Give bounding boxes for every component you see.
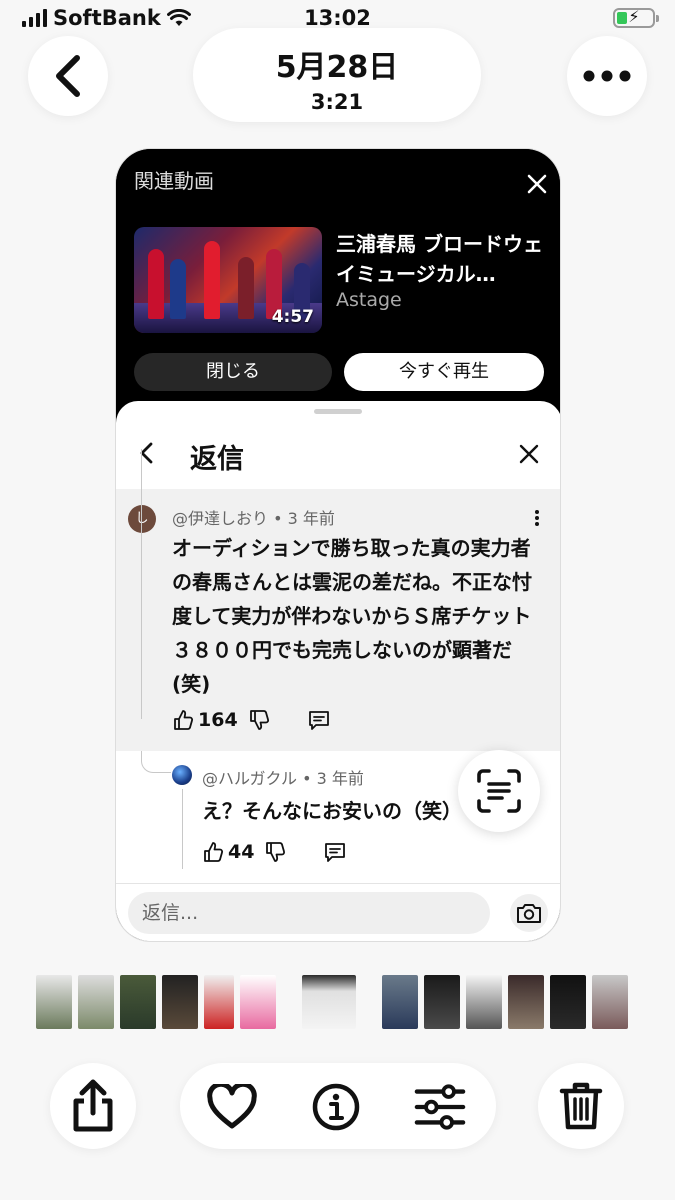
sliders-icon	[414, 1084, 466, 1130]
reply-input[interactable]: 返信...	[128, 892, 490, 934]
thumbs-up-icon[interactable]	[172, 709, 194, 731]
photo-thumbnail[interactable]	[162, 975, 198, 1029]
favorite-button[interactable]	[206, 1081, 258, 1133]
avatar[interactable]: し	[128, 505, 156, 533]
share-button[interactable]	[50, 1063, 136, 1149]
photo-time: 3:21	[310, 90, 364, 114]
related-video-panel: 関連動画 4:57 三浦春馬 ブロードウェイミュージカル… Astage 閉じる…	[116, 149, 560, 419]
camera-icon	[517, 904, 541, 923]
more-vertical-icon[interactable]	[534, 509, 540, 527]
photo-thumbnail[interactable]	[240, 975, 276, 1029]
photo-thumbnail	[362, 975, 376, 1029]
photo-thumbnail[interactable]	[592, 975, 628, 1029]
live-text-icon	[477, 769, 521, 813]
more-button[interactable]	[567, 36, 647, 116]
thumbs-down-icon[interactable]	[264, 841, 286, 863]
battery-icon: ⚡	[613, 7, 659, 28]
photo-thumbnail[interactable]	[424, 975, 460, 1029]
like-count: 44	[228, 841, 255, 863]
photo-thumbnail[interactable]	[78, 975, 114, 1029]
photo-thumbnail[interactable]	[550, 975, 586, 1029]
thumbs-down-icon[interactable]	[248, 709, 270, 731]
reply-input-bar: 返信...	[116, 883, 560, 941]
close-icon[interactable]	[526, 173, 548, 195]
thumbs-up-icon[interactable]	[202, 841, 224, 863]
photo-thumbnail[interactable]	[204, 975, 234, 1029]
info-icon	[312, 1083, 360, 1131]
trash-icon	[559, 1082, 603, 1130]
date-header: 5月28日 3:21	[193, 28, 481, 122]
reply-actions: 44	[202, 841, 346, 863]
adjust-button[interactable]	[414, 1081, 466, 1133]
reply-icon[interactable]	[308, 709, 330, 731]
photo-thumbnail[interactable]	[382, 975, 418, 1029]
reply-text: え？そんなにお安いの（笑）	[202, 799, 462, 823]
photo-actions-bar	[180, 1063, 496, 1149]
back-button[interactable]	[28, 36, 108, 116]
video-thumbnail[interactable]: 4:57	[134, 227, 322, 333]
delete-button[interactable]	[538, 1063, 624, 1149]
more-horizontal-icon	[583, 70, 631, 82]
play-now-button[interactable]: 今すぐ再生	[344, 353, 544, 391]
video-title[interactable]: 三浦春馬 ブロードウェイミュージカル…	[336, 229, 546, 289]
reply-title: 返信	[190, 444, 244, 475]
related-video-heading: 関連動画	[134, 169, 214, 193]
thread-line	[141, 449, 142, 719]
photo-thumbnail[interactable]	[36, 975, 72, 1029]
photo-thumbnail[interactable]	[466, 975, 502, 1029]
comment-actions: 164	[172, 709, 330, 731]
thread-line	[182, 789, 183, 869]
channel-name: Astage	[336, 289, 402, 311]
video-duration: 4:57	[271, 307, 314, 327]
chevron-left-icon	[56, 55, 80, 97]
reply-author[interactable]: @ハルガクル • 3 年前	[202, 765, 364, 789]
comment-text: オーディションで勝ち取った真の実力者の春馬さんとは雲泥の差だね。不正な忖度して実…	[172, 536, 532, 696]
photo-thumbnail[interactable]	[120, 975, 156, 1029]
close-icon[interactable]	[518, 443, 540, 465]
heart-icon	[207, 1084, 257, 1129]
close-button[interactable]: 閉じる	[134, 353, 332, 391]
photo-thumbnail[interactable]	[508, 975, 544, 1029]
live-text-button[interactable]	[458, 750, 540, 832]
comment-author[interactable]: @伊達しおり • 3 年前	[172, 505, 335, 529]
info-button[interactable]	[310, 1081, 362, 1133]
sheet-handle[interactable]	[314, 409, 362, 414]
like-count: 164	[198, 709, 238, 731]
camera-button[interactable]	[510, 894, 548, 932]
reply-icon[interactable]	[324, 841, 346, 863]
photo-thumbnail[interactable]	[302, 975, 356, 1029]
avatar[interactable]	[172, 765, 192, 785]
chevron-left-icon[interactable]	[136, 441, 158, 465]
reply-sheet: 返信 し @伊達しおり • 3 年前 オーディションで勝ち取った真の実力者の春馬…	[116, 401, 560, 941]
photo-thumbnail-strip[interactable]	[36, 975, 640, 1029]
share-icon	[73, 1079, 113, 1132]
parent-comment: し @伊達しおり • 3 年前 オーディションで勝ち取った真の実力者の春馬さんと…	[116, 489, 560, 751]
status-time: 13:02	[304, 6, 371, 30]
photo-date: 5月28日	[275, 50, 399, 85]
photo-thumbnail	[282, 975, 296, 1029]
